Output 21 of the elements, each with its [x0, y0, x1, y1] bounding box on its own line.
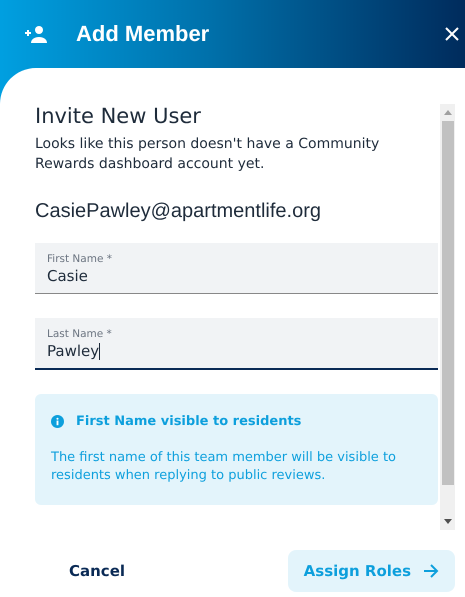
text-field[interactable]: First Name * Casie [35, 243, 438, 294]
arrow-right-icon [423, 564, 439, 578]
text-field[interactable]: Last Name * Pawley [35, 318, 438, 370]
scroll-down-icon [444, 519, 452, 524]
notice-title: First Name visible to residents [76, 414, 302, 429]
email-address: CasiePawley@apartmentlife.org [35, 200, 322, 223]
field-value: Casie [47, 267, 89, 285]
section-title: Invite New User [35, 104, 202, 128]
scrollbar-thumb[interactable] [442, 121, 454, 485]
notice-text: The first name of this team member will be visible to residents when replying to public reviews. [51, 449, 397, 485]
close-icon [445, 27, 459, 41]
cancel-button[interactable]: Cancel [35, 552, 160, 590]
info-icon [51, 415, 64, 428]
field-value: Pawley [47, 342, 102, 360]
scroll-up-icon [444, 110, 452, 115]
section-description: Looks like this person doesn't have a Community Rewards dashboard account yet. [35, 135, 380, 174]
add-person-icon [24, 25, 48, 43]
scrollbar[interactable] [440, 104, 455, 530]
field-label: First Name * [47, 253, 113, 265]
dialog-title: Add Member [76, 21, 210, 47]
field-label: Last Name * [47, 328, 113, 340]
